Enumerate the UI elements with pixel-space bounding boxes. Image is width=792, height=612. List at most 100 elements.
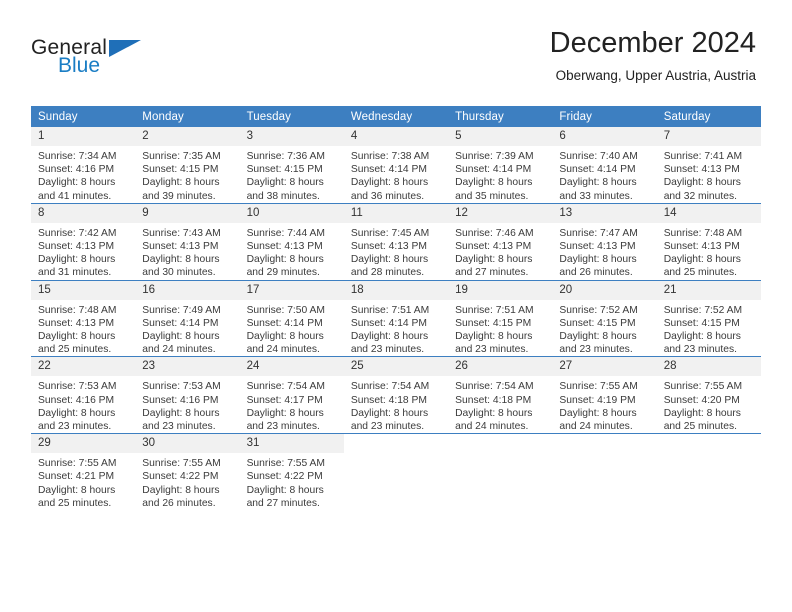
day-cell[interactable]: 4 Sunrise: 7:38 AM Sunset: 4:14 PM Dayli… xyxy=(343,127,449,204)
day-info: Sunrise: 7:54 AM Sunset: 4:17 PM Dayligh… xyxy=(240,376,344,433)
triangle-icon xyxy=(109,40,141,57)
day-number: 9 xyxy=(135,203,240,223)
day-info: Sunrise: 7:36 AM Sunset: 4:15 PM Dayligh… xyxy=(240,146,344,203)
day-number xyxy=(343,434,449,454)
day-cell[interactable]: 10 Sunrise: 7:44 AM Sunset: 4:13 PM Dayl… xyxy=(239,202,344,281)
day-cell-empty xyxy=(552,433,657,511)
day-cell[interactable]: 1 Sunrise: 7:34 AM Sunset: 4:16 PM Dayli… xyxy=(31,127,136,204)
day-number: 19 xyxy=(448,280,553,300)
sunrise-text: Sunrise: 7:44 AM xyxy=(246,227,325,239)
general-blue-logo[interactable]: General Blue xyxy=(31,36,201,84)
sunset-text: Sunset: 4:22 PM xyxy=(142,471,219,483)
day-cell[interactable]: 23 Sunrise: 7:53 AM Sunset: 4:16 PM Dayl… xyxy=(135,356,240,434)
day-info: Sunrise: 7:55 AM Sunset: 4:22 PM Dayligh… xyxy=(135,453,239,510)
sunrise-text: Sunrise: 7:45 AM xyxy=(350,227,430,239)
day-cell-empty xyxy=(656,433,761,511)
daylight-text-line1: Daylight: 8 hours xyxy=(663,407,741,419)
sunset-text: Sunset: 4:13 PM xyxy=(559,241,636,253)
week-row: 22 Sunrise: 7:53 AM Sunset: 4:16 PM Dayl… xyxy=(31,356,761,434)
daylight-text-line2: and 31 minutes. xyxy=(38,267,112,279)
sunset-text: Sunset: 4:18 PM xyxy=(455,394,532,406)
day-cell[interactable]: 19 Sunrise: 7:51 AM Sunset: 4:15 PM Dayl… xyxy=(448,279,553,357)
day-cell[interactable]: 20 Sunrise: 7:52 AM Sunset: 4:15 PM Dayl… xyxy=(552,279,657,357)
day-info: Sunrise: 7:55 AM Sunset: 4:22 PM Dayligh… xyxy=(240,453,344,510)
day-cell-empty xyxy=(448,433,553,511)
daylight-text-line2: and 28 minutes. xyxy=(350,267,425,279)
daylight-text-line2: and 25 minutes. xyxy=(663,421,737,433)
daylight-text-line1: Daylight: 8 hours xyxy=(142,254,220,266)
day-info: Sunrise: 7:40 AM Sunset: 4:14 PM Dayligh… xyxy=(552,146,656,203)
day-cell[interactable]: 14 Sunrise: 7:48 AM Sunset: 4:13 PM Dayl… xyxy=(656,202,761,281)
daylight-text-line1: Daylight: 8 hours xyxy=(38,331,116,343)
day-cell[interactable]: 12 Sunrise: 7:46 AM Sunset: 4:13 PM Dayl… xyxy=(448,202,553,281)
daylight-text-line1: Daylight: 8 hours xyxy=(38,177,116,189)
sunset-text: Sunset: 4:16 PM xyxy=(38,394,115,406)
day-number: 27 xyxy=(552,357,657,377)
sunrise-text: Sunrise: 7:55 AM xyxy=(246,458,325,470)
daylight-text-line1: Daylight: 8 hours xyxy=(246,331,324,343)
weekday-header-row: Sunday Monday Tuesday Wednesday Thursday… xyxy=(31,106,761,127)
weekday-header-sunday: Sunday xyxy=(31,106,136,127)
day-info: Sunrise: 7:49 AM Sunset: 4:14 PM Dayligh… xyxy=(135,300,239,357)
day-cell[interactable]: 6 Sunrise: 7:40 AM Sunset: 4:14 PM Dayli… xyxy=(552,127,657,204)
sunrise-text: Sunrise: 7:53 AM xyxy=(38,381,117,393)
day-cell[interactable]: 18 Sunrise: 7:51 AM Sunset: 4:14 PM Dayl… xyxy=(343,279,449,357)
day-cell[interactable]: 21 Sunrise: 7:52 AM Sunset: 4:15 PM Dayl… xyxy=(656,279,761,357)
day-cell[interactable]: 24 Sunrise: 7:54 AM Sunset: 4:17 PM Dayl… xyxy=(239,356,344,434)
calendar-container: Sunday Monday Tuesday Wednesday Thursday… xyxy=(31,106,761,511)
sunrise-text: Sunrise: 7:42 AM xyxy=(38,227,117,239)
day-cell[interactable]: 7 Sunrise: 7:41 AM Sunset: 4:13 PM Dayli… xyxy=(656,127,761,204)
day-cell-empty xyxy=(343,433,449,511)
day-info: Sunrise: 7:48 AM Sunset: 4:13 PM Dayligh… xyxy=(31,300,135,357)
sunrise-text: Sunrise: 7:54 AM xyxy=(455,381,534,393)
day-cell[interactable]: 27 Sunrise: 7:55 AM Sunset: 4:19 PM Dayl… xyxy=(552,356,657,434)
day-info: Sunrise: 7:55 AM Sunset: 4:20 PM Dayligh… xyxy=(657,376,761,433)
day-cell[interactable]: 8 Sunrise: 7:42 AM Sunset: 4:13 PM Dayli… xyxy=(31,202,136,281)
sunrise-text: Sunrise: 7:51 AM xyxy=(350,304,430,316)
sunrise-text: Sunrise: 7:50 AM xyxy=(246,304,325,316)
day-number: 5 xyxy=(448,127,553,146)
day-cell[interactable]: 11 Sunrise: 7:45 AM Sunset: 4:13 PM Dayl… xyxy=(343,202,449,281)
daylight-text-line2: and 24 minutes. xyxy=(142,344,216,356)
day-cell[interactable]: 31 Sunrise: 7:55 AM Sunset: 4:22 PM Dayl… xyxy=(239,433,344,511)
day-info: Sunrise: 7:44 AM Sunset: 4:13 PM Dayligh… xyxy=(240,223,344,280)
day-info: Sunrise: 7:41 AM Sunset: 4:13 PM Dayligh… xyxy=(657,146,761,203)
sunrise-text: Sunrise: 7:40 AM xyxy=(559,151,638,162)
day-cell[interactable]: 16 Sunrise: 7:49 AM Sunset: 4:14 PM Dayl… xyxy=(135,279,240,357)
day-cell[interactable]: 22 Sunrise: 7:53 AM Sunset: 4:16 PM Dayl… xyxy=(31,356,136,434)
day-info: Sunrise: 7:55 AM Sunset: 4:21 PM Dayligh… xyxy=(31,453,135,510)
sunrise-text: Sunrise: 7:55 AM xyxy=(663,381,743,393)
page-title: December 2024 xyxy=(549,27,756,59)
day-cell[interactable]: 15 Sunrise: 7:48 AM Sunset: 4:13 PM Dayl… xyxy=(31,279,136,357)
day-cell[interactable]: 2 Sunrise: 7:35 AM Sunset: 4:15 PM Dayli… xyxy=(135,127,240,204)
day-number: 7 xyxy=(656,127,761,146)
sunset-text: Sunset: 4:17 PM xyxy=(246,394,323,406)
day-info: Sunrise: 7:47 AM Sunset: 4:13 PM Dayligh… xyxy=(552,223,656,280)
sunrise-text: Sunrise: 7:43 AM xyxy=(142,227,221,239)
weekday-header-monday: Monday xyxy=(135,106,240,127)
day-number: 30 xyxy=(135,434,240,454)
day-cell[interactable]: 3 Sunrise: 7:36 AM Sunset: 4:15 PM Dayli… xyxy=(239,127,344,204)
day-number: 22 xyxy=(31,357,136,377)
day-info: Sunrise: 7:53 AM Sunset: 4:16 PM Dayligh… xyxy=(135,376,239,433)
daylight-text-line1: Daylight: 8 hours xyxy=(455,407,533,419)
day-cell[interactable]: 25 Sunrise: 7:54 AM Sunset: 4:18 PM Dayl… xyxy=(343,356,449,434)
sunrise-text: Sunrise: 7:52 AM xyxy=(663,304,743,316)
day-cell[interactable]: 5 Sunrise: 7:39 AM Sunset: 4:14 PM Dayli… xyxy=(448,127,553,204)
sunset-text: Sunset: 4:14 PM xyxy=(559,164,636,176)
week-row: 8 Sunrise: 7:42 AM Sunset: 4:13 PM Dayli… xyxy=(31,202,761,281)
day-cell[interactable]: 9 Sunrise: 7:43 AM Sunset: 4:13 PM Dayli… xyxy=(135,202,240,281)
sunset-text: Sunset: 4:13 PM xyxy=(142,241,219,253)
day-cell[interactable]: 30 Sunrise: 7:55 AM Sunset: 4:22 PM Dayl… xyxy=(135,433,240,511)
day-cell[interactable]: 28 Sunrise: 7:55 AM Sunset: 4:20 PM Dayl… xyxy=(656,356,761,434)
day-cell[interactable]: 17 Sunrise: 7:50 AM Sunset: 4:14 PM Dayl… xyxy=(239,279,344,357)
day-info xyxy=(344,453,448,457)
day-number: 17 xyxy=(239,280,344,300)
daylight-text-line2: and 32 minutes. xyxy=(663,190,737,202)
day-cell[interactable]: 26 Sunrise: 7:54 AM Sunset: 4:18 PM Dayl… xyxy=(448,356,553,434)
day-cell[interactable]: 13 Sunrise: 7:47 AM Sunset: 4:13 PM Dayl… xyxy=(552,202,657,281)
daylight-text-line2: and 30 minutes. xyxy=(142,267,216,279)
day-cell[interactable]: 29 Sunrise: 7:55 AM Sunset: 4:21 PM Dayl… xyxy=(31,433,136,511)
daylight-text-line2: and 23 minutes. xyxy=(350,421,425,433)
day-number xyxy=(656,434,761,454)
